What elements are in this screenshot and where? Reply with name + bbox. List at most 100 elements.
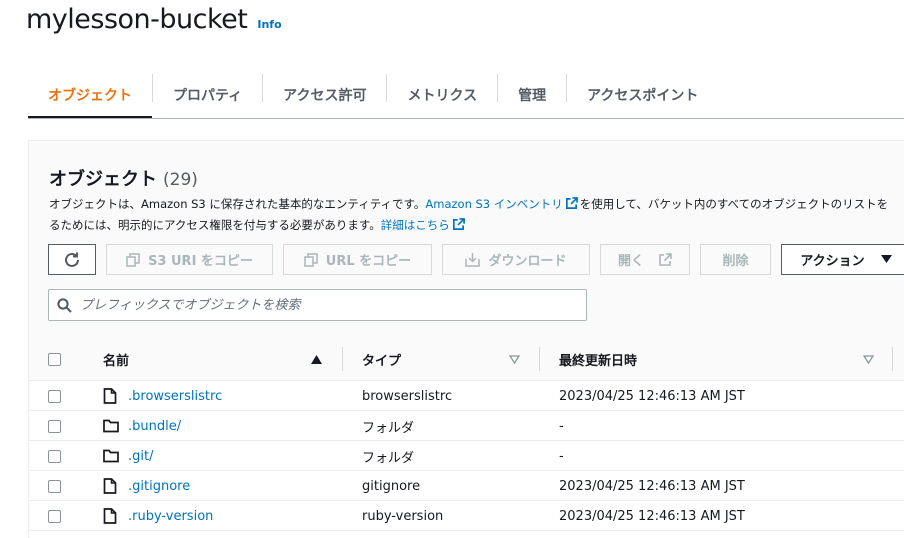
table-row — [29, 531, 904, 538]
table-row: .bundle/ フォルダ - — [29, 411, 904, 441]
tab-properties[interactable]: プロパティ — [153, 72, 262, 118]
delete-button[interactable]: 削除 — [700, 244, 771, 275]
file-icon-cell — [103, 501, 117, 531]
object-count: (29) — [163, 170, 198, 190]
copy-icon — [304, 252, 318, 267]
copy-icon — [126, 252, 140, 267]
open-label: 開く — [617, 254, 644, 269]
sort-cell — [863, 337, 874, 381]
file-icon-cell — [103, 381, 117, 411]
table-row: .ruby-version ruby-version 2023/04/25 12… — [29, 501, 904, 531]
object-modified: 2023/04/25 12:46:13 AM JST — [559, 478, 745, 494]
select-all-cell — [48, 337, 61, 381]
row-checkbox[interactable] — [48, 449, 61, 463]
row-select-cell — [48, 501, 61, 531]
learn-more-link[interactable]: 詳細はこちら — [381, 218, 450, 232]
object-modified: 2023/04/25 12:46:13 AM JST — [559, 388, 745, 404]
copy-s3-uri-label: S3 URI をコピー — [148, 254, 253, 269]
refresh-button[interactable] — [48, 244, 96, 275]
page-header: mylesson-bucket Info — [26, 4, 282, 35]
refresh-icon — [65, 252, 79, 267]
object-modified: - — [559, 418, 564, 434]
object-name-link[interactable]: .browserslistrc — [128, 381, 222, 411]
search-input[interactable] — [80, 297, 560, 313]
object-name-link[interactable]: .ruby-version — [128, 501, 213, 531]
select-all-checkbox[interactable] — [48, 352, 61, 366]
column-divider — [892, 347, 893, 371]
download-button[interactable]: ダウンロード — [442, 244, 590, 275]
tab-permissions[interactable]: アクセス許可 — [263, 72, 386, 118]
external-link-icon — [452, 218, 465, 230]
tabs-underline — [28, 118, 904, 119]
column-divider — [342, 347, 343, 371]
tab-metrics[interactable]: メトリクス — [387, 72, 497, 118]
tab-access-points[interactable]: アクセスポイント — [567, 72, 718, 118]
object-modified: 2023/04/25 12:46:13 AM JST — [559, 508, 745, 524]
row-checkbox[interactable] — [48, 479, 61, 493]
sort-icon[interactable] — [509, 354, 520, 364]
external-link-icon — [565, 197, 578, 209]
table-header: 名前 タイプ 最終更新日時 — [29, 337, 904, 381]
column-header-name[interactable]: 名前 — [103, 337, 129, 381]
bucket-title: mylesson-bucket — [26, 4, 248, 35]
panel-title: オブジェクト — [49, 169, 157, 190]
objects-panel: オブジェクト (29) オブジェクトは、Amazon S3 に保存された基本的な… — [28, 140, 904, 538]
object-type: ruby-version — [362, 508, 444, 524]
tab-management[interactable]: 管理 — [498, 72, 566, 118]
column-header-type[interactable]: タイプ — [362, 337, 401, 381]
download-label: ダウンロード — [488, 254, 567, 269]
table-row: .git/ フォルダ - — [29, 441, 904, 471]
row-select-cell — [48, 471, 61, 501]
row-select-cell — [48, 441, 61, 471]
search-icon — [57, 297, 72, 313]
copy-s3-uri-button[interactable]: S3 URI をコピー — [106, 244, 273, 275]
file-icon — [103, 508, 117, 524]
description-text: オブジェクトは、Amazon S3 に保存された基本的なエンティティです。 — [49, 197, 426, 211]
object-type: gitignore — [362, 478, 421, 494]
sort-ascending-icon[interactable] — [311, 354, 322, 364]
sort-cell — [509, 337, 520, 381]
object-name-link[interactable]: .gitignore — [128, 471, 190, 501]
row-select-cell — [48, 411, 61, 441]
tab-bar: オブジェクト プロパティ アクセス許可 メトリクス 管理 アクセスポイント — [28, 72, 718, 119]
object-type: browserslistrc — [362, 388, 453, 404]
copy-url-label: URL をコピー — [325, 254, 412, 269]
sort-icon[interactable] — [863, 354, 874, 364]
open-button[interactable]: 開く — [600, 244, 690, 275]
row-checkbox[interactable] — [48, 419, 61, 433]
sort-ascending-cell — [311, 337, 322, 381]
folder-icon — [103, 419, 119, 433]
tab-objects[interactable]: オブジェクト — [28, 72, 152, 119]
external-link-icon — [659, 252, 672, 266]
object-modified: - — [559, 448, 564, 464]
folder-icon — [103, 449, 119, 463]
panel-header: オブジェクト (29) — [49, 165, 198, 191]
row-select-cell — [48, 381, 61, 411]
row-checkbox[interactable] — [48, 389, 61, 403]
column-divider — [539, 347, 540, 371]
object-name-link[interactable]: .git/ — [128, 441, 153, 471]
folder-icon-cell — [103, 441, 119, 471]
description-line-1: オブジェクトは、Amazon S3 に保存された基本的なエンティティです。Ama… — [49, 194, 904, 215]
description-text: を使用して、バケット内のすべてのオブジェクトのリストを — [579, 197, 889, 211]
object-name-link[interactable]: .bundle/ — [128, 411, 181, 441]
file-icon-cell — [103, 471, 117, 501]
file-icon — [103, 388, 117, 404]
delete-label: 削除 — [722, 254, 749, 269]
copy-url-button[interactable]: URL をコピー — [283, 244, 432, 275]
table-row: .gitignore gitignore 2023/04/25 12:46:13… — [29, 471, 904, 501]
inventory-link[interactable]: Amazon S3 インベントリ — [425, 197, 562, 211]
search-box — [48, 289, 587, 321]
panel-description: オブジェクトは、Amazon S3 に保存された基本的なエンティティです。Ama… — [49, 194, 904, 236]
actions-dropdown[interactable]: アクション — [781, 244, 904, 275]
column-header-modified[interactable]: 最終更新日時 — [559, 337, 637, 381]
description-line-2: るためには、明示的にアクセス権限を付与する必要があります。詳細はこちら — [49, 215, 904, 236]
row-checkbox[interactable] — [48, 509, 61, 523]
download-icon — [465, 253, 481, 267]
object-type: フォルダ — [362, 450, 415, 466]
objects-table: 名前 タイプ 最終更新日時 .browserslistrc browsersli — [29, 337, 904, 538]
caret-down-icon — [880, 255, 892, 263]
table-row: .browserslistrc browserslistrc 2023/04/2… — [29, 381, 904, 411]
info-link[interactable]: Info — [257, 18, 281, 31]
description-text: るためには、明示的にアクセス権限を付与する必要があります。 — [49, 218, 381, 232]
